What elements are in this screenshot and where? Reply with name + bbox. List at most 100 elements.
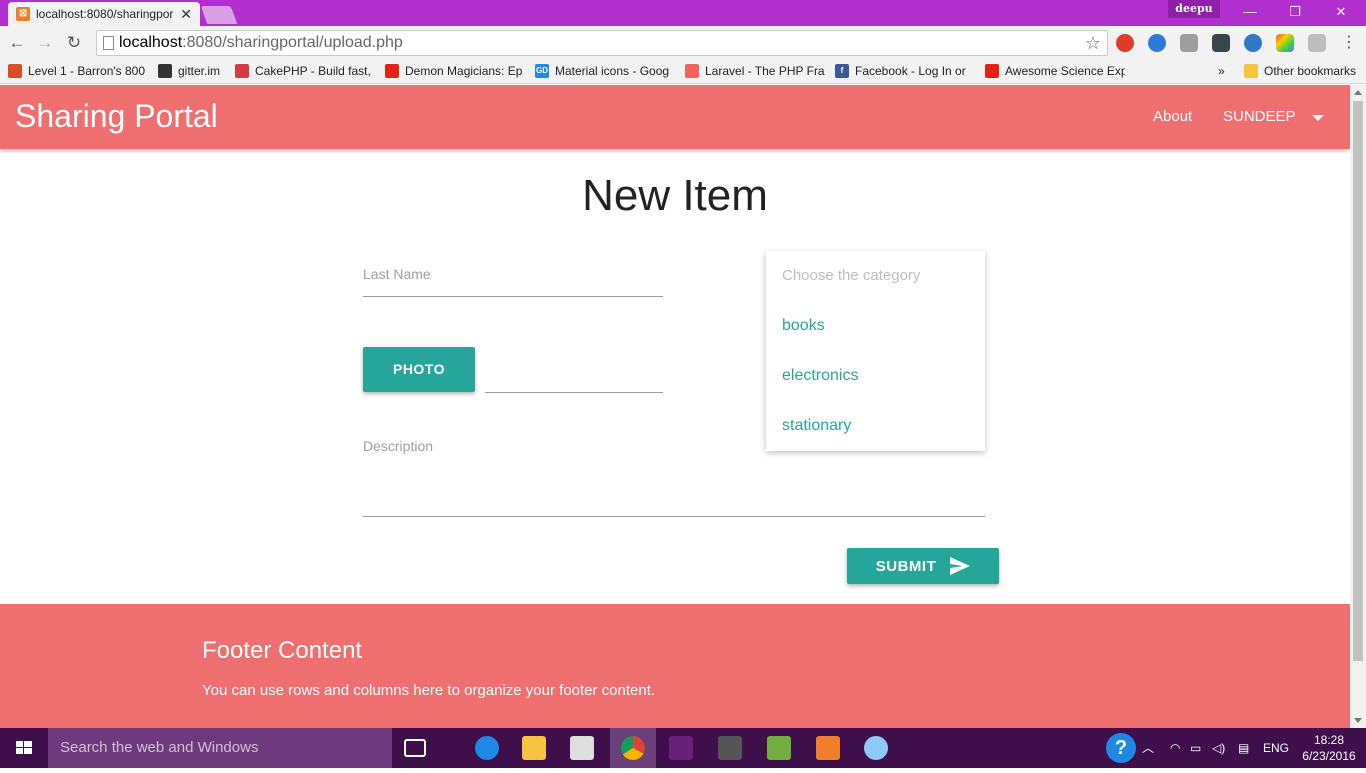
- bookmark-item[interactable]: Laravel - The PHP Fra: [685, 64, 825, 78]
- bookmark-star-icon[interactable]: ☆: [1085, 31, 1101, 55]
- notification-icon[interactable]: ▤: [1238, 728, 1249, 768]
- footer-title: Footer Content: [202, 637, 363, 664]
- category-option-stationary[interactable]: stationary: [782, 417, 851, 435]
- back-arrow-icon[interactable]: ←: [6, 32, 28, 54]
- terminal-icon[interactable]: [718, 736, 742, 760]
- new-tab-button[interactable]: [200, 6, 238, 24]
- opera-extension-icon[interactable]: [1116, 34, 1134, 52]
- r-extension-icon[interactable]: [1308, 34, 1326, 52]
- scroll-up-icon[interactable]: [1354, 90, 1362, 95]
- bookmark-item[interactable]: gitter.im: [158, 64, 228, 78]
- bookmark-label: Facebook - Log In or: [855, 64, 966, 78]
- folder-icon: [1244, 64, 1258, 78]
- bookmark-label: gitter.im: [178, 64, 221, 78]
- bookmark-item[interactable]: Level 1 - Barron's 800: [8, 64, 148, 78]
- check-extension-icon[interactable]: [1212, 34, 1230, 52]
- bookmark-item[interactable]: Demon Magicians: Ep: [385, 64, 525, 78]
- caret-down-icon[interactable]: [1312, 115, 1324, 121]
- edge-browser-icon[interactable]: [475, 736, 499, 760]
- nav-about-link[interactable]: About: [1153, 108, 1192, 125]
- photo-path-input[interactable]: [485, 392, 663, 393]
- battery-icon[interactable]: ▭: [1190, 728, 1201, 768]
- address-bar[interactable]: localhost:8080/sharingportal/upload.php …: [96, 30, 1108, 56]
- editor-icon[interactable]: [767, 736, 791, 760]
- youtube-icon: [385, 64, 399, 78]
- scrollbar-thumb[interactable]: [1353, 101, 1363, 661]
- nav-user-dropdown[interactable]: SUNDEEP: [1223, 108, 1296, 125]
- sync-extension-icon[interactable]: [1148, 34, 1166, 52]
- url-host: localhost: [119, 34, 183, 51]
- xampp-icon[interactable]: [816, 736, 840, 760]
- brand-logo[interactable]: Sharing Portal: [15, 98, 218, 135]
- windows-start-button[interactable]: [0, 728, 48, 768]
- bookmark-icon: [158, 64, 172, 78]
- bookmark-item[interactable]: Awesome Science Exp: [985, 64, 1125, 78]
- forward-arrow-icon[interactable]: →: [34, 32, 56, 54]
- paint-icon[interactable]: [864, 736, 888, 760]
- restore-button[interactable]: ❐: [1275, 2, 1315, 22]
- bookmark-item[interactable]: f Facebook - Log In or: [835, 64, 975, 78]
- submit-button[interactable]: SUBMIT: [847, 548, 999, 584]
- telegram-extension-icon[interactable]: [1244, 34, 1262, 52]
- lock-extension-icon[interactable]: [1180, 34, 1198, 52]
- facebook-icon: f: [835, 64, 849, 78]
- category-dropdown: Choose the category books electronics st…: [766, 251, 985, 451]
- last-name-input[interactable]: [363, 296, 663, 297]
- xampp-favicon-icon: ⊠: [16, 7, 30, 21]
- bookmark-item[interactable]: CakePHP - Build fast,: [235, 64, 375, 78]
- browser-toolbar: ← → ↻ localhost:8080/sharingportal/uploa…: [0, 26, 1366, 60]
- page-scrollbar[interactable]: [1350, 85, 1366, 728]
- file-explorer-icon[interactable]: [522, 736, 546, 760]
- browser-titlebar: ⊠ localhost:8080/sharingpor ✕ deepu — ❐ …: [0, 0, 1366, 26]
- youtube-icon: [985, 64, 999, 78]
- bookmark-item[interactable]: GD Material icons - Goog: [535, 64, 675, 78]
- google-developers-icon: GD: [535, 64, 549, 78]
- other-bookmarks-label: Other bookmarks: [1264, 64, 1357, 78]
- wifi-icon[interactable]: ◠: [1170, 728, 1180, 768]
- photo-upload-button[interactable]: PHOTO: [363, 347, 475, 392]
- send-icon: [950, 557, 971, 575]
- store-icon[interactable]: [570, 736, 594, 760]
- taskbar-search-input[interactable]: Search the web and Windows: [48, 728, 392, 768]
- bookmark-icon: [235, 64, 249, 78]
- language-indicator[interactable]: ENG: [1263, 728, 1289, 768]
- site-footer: Footer Content You can use rows and colu…: [0, 604, 1350, 728]
- tab-close-icon[interactable]: ✕: [180, 6, 192, 23]
- scroll-down-icon[interactable]: [1354, 718, 1362, 723]
- bookmark-label: Demon Magicians: Ep: [405, 64, 523, 78]
- profile-badge[interactable]: deepu: [1168, 0, 1220, 18]
- page-title: New Item: [582, 171, 768, 220]
- chrome-icon[interactable]: [621, 736, 645, 760]
- page-icon: [103, 36, 114, 50]
- visual-studio-code-icon[interactable]: [669, 736, 693, 760]
- tray-chevron-icon[interactable]: ︿: [1142, 728, 1154, 768]
- menu-icon[interactable]: ⋮: [1338, 32, 1360, 54]
- bookmark-label: CakePHP - Build fast,: [255, 64, 371, 78]
- laravel-icon: [685, 64, 699, 78]
- reload-icon[interactable]: ↻: [63, 32, 85, 54]
- description-textarea[interactable]: [363, 516, 985, 517]
- bookmark-label: Level 1 - Barron's 800: [28, 64, 146, 78]
- tab-title: localhost:8080/sharingpor: [36, 7, 174, 21]
- windows-logo-icon: [16, 741, 32, 754]
- task-view-icon[interactable]: [404, 739, 426, 757]
- bookmarks-bar: Level 1 - Barron's 800 gitter.im CakePHP…: [0, 60, 1366, 84]
- submit-label: SUBMIT: [875, 557, 937, 575]
- close-window-button[interactable]: ✕: [1321, 2, 1361, 22]
- page-content: Sharing Portal About SUNDEEP New Item La…: [0, 85, 1350, 728]
- footer-text: You can use rows and columns here to org…: [202, 682, 656, 699]
- last-name-label: Last Name: [363, 266, 431, 282]
- category-option-electronics[interactable]: electronics: [782, 367, 858, 385]
- windows-taskbar: Search the web and Windows ? ︿ ◠ ▭ ◁) ▤ …: [0, 728, 1366, 768]
- color-extension-icon[interactable]: [1276, 34, 1294, 52]
- clock-date: 6/23/2016: [1302, 749, 1356, 763]
- category-option-books[interactable]: books: [782, 317, 825, 335]
- help-icon[interactable]: ?: [1106, 733, 1136, 763]
- minimize-button[interactable]: —: [1230, 2, 1270, 22]
- bookmarks-overflow-button[interactable]: »: [1218, 64, 1225, 78]
- volume-icon[interactable]: ◁): [1212, 728, 1225, 768]
- system-clock[interactable]: 18:28 6/23/2016: [1298, 732, 1360, 764]
- browser-tab[interactable]: ⊠ localhost:8080/sharingpor ✕: [8, 2, 200, 26]
- bookmark-label: Material icons - Goog: [555, 64, 670, 78]
- other-bookmarks[interactable]: Other bookmarks: [1244, 64, 1356, 78]
